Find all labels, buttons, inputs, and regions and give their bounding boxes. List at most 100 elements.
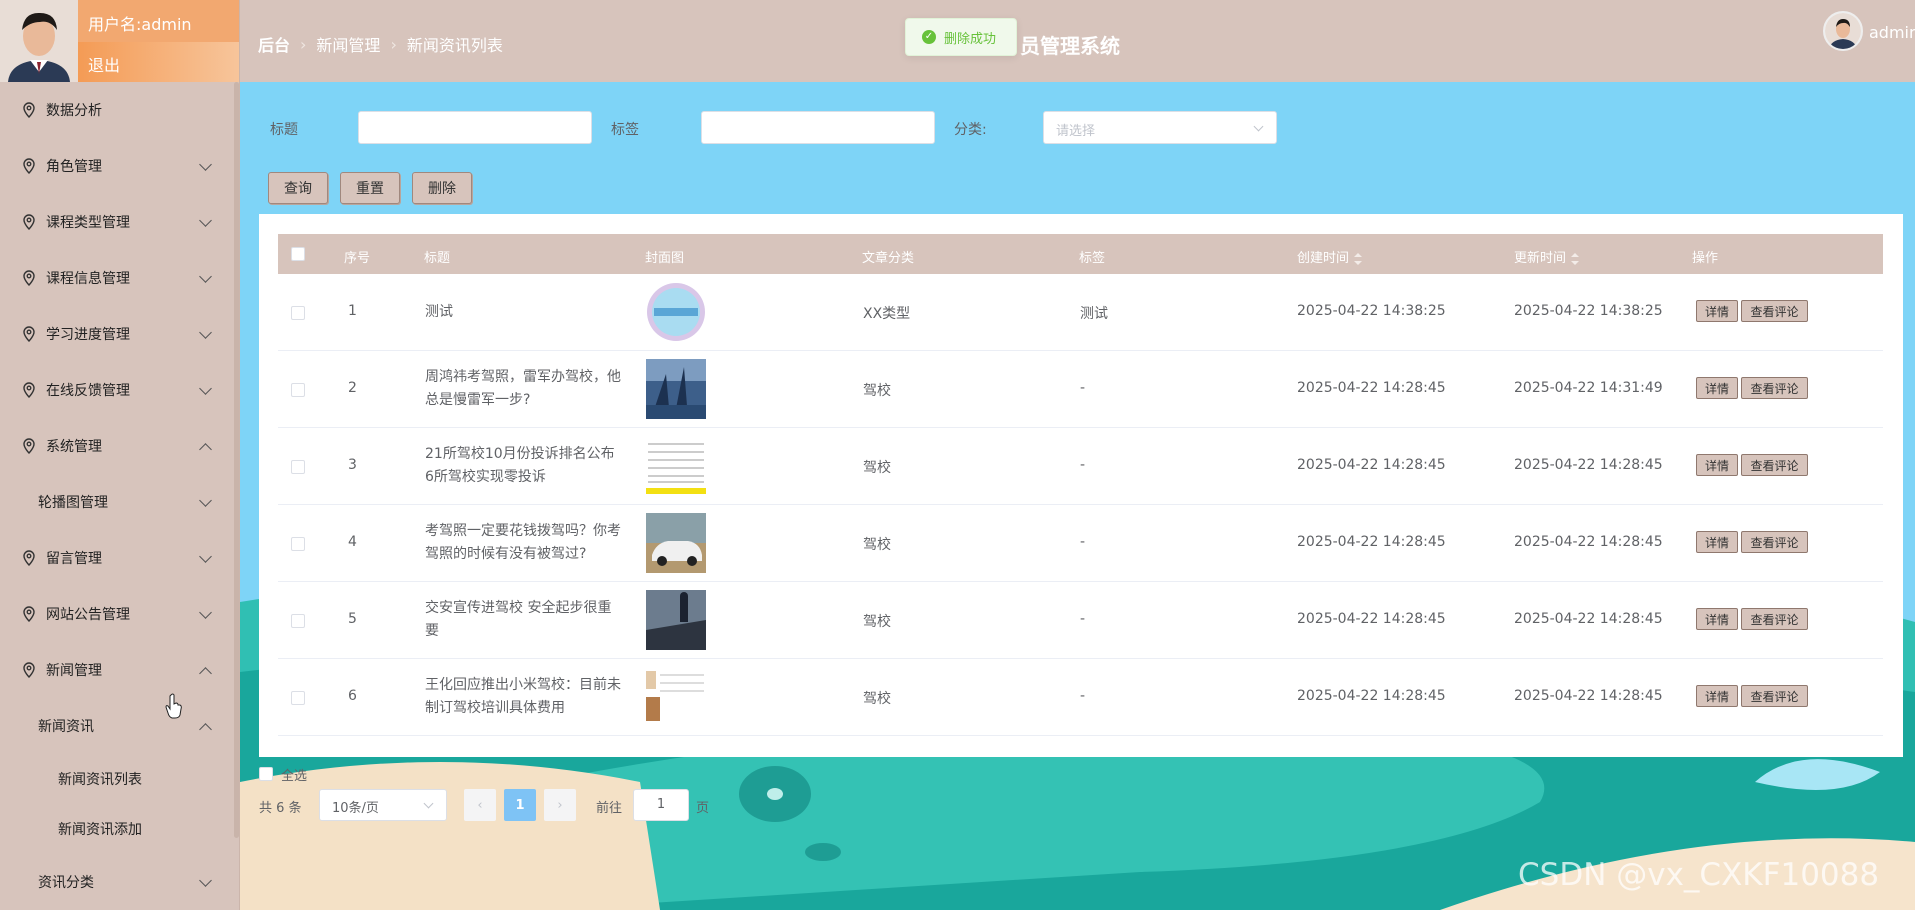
sort-icon[interactable] [1354,252,1363,265]
view-comments-button[interactable]: 查看评论 [1741,300,1808,322]
page-1-button[interactable]: 1 [504,789,536,821]
header-checkbox[interactable] [291,247,305,261]
col-no: 序号 [344,251,371,266]
sidebar-item-news-list[interactable]: 新闻资讯列表 [0,754,232,804]
sidebar-item-announcement[interactable]: 网站公告管理 [0,586,232,642]
query-button[interactable]: 查询 [268,172,328,204]
sort-icon[interactable] [1571,252,1580,265]
detail-button[interactable]: 详情 [1696,377,1738,399]
row-tag: - [1080,611,1086,627]
category-select[interactable]: 请选择 [1043,111,1277,144]
tag-label: 标签 [611,122,639,138]
breadcrumb-current: 新闻资讯列表 [406,36,503,55]
cover-image [646,436,706,496]
sidebar-item-system[interactable]: 系统管理 [0,418,232,474]
next-page-button[interactable]: › [544,789,576,821]
row-updated: 2025-04-22 14:28:45 [1514,457,1663,473]
row-tag: - [1080,534,1086,550]
tag-search-input[interactable] [701,111,935,144]
row-created: 2025-04-22 14:28:45 [1297,611,1446,627]
sidebar-item-label: 留言管理 [46,551,102,567]
row-created: 2025-04-22 14:28:45 [1297,688,1446,704]
page-size-value: 10条/页 [332,801,379,816]
chevron-down-icon [1253,121,1264,132]
delete-button[interactable]: 删除 [412,172,472,204]
row-title: 交安宣传进驾校 安全起步很重要 [425,600,612,639]
sidebar-item-course-type[interactable]: 课程类型管理 [0,194,232,250]
header-avatar[interactable] [1823,11,1863,51]
sidebar-item-news[interactable]: 新闻管理 [0,642,232,698]
sidebar-scrollbar[interactable] [234,82,239,838]
row-checkbox[interactable] [291,614,305,628]
row-checkbox[interactable] [291,537,305,551]
row-category: 驾校 [863,691,891,707]
page-size-select[interactable]: 10条/页 [319,789,447,821]
view-comments-button[interactable]: 查看评论 [1741,608,1808,630]
view-comments-button[interactable]: 查看评论 [1741,685,1808,707]
row-updated: 2025-04-22 14:31:49 [1514,380,1663,396]
breadcrumb-separator-icon: › [300,34,307,54]
location-icon [23,102,35,118]
news-table: 序号 标题 封面图 文章分类 标签 创建时间 更新时间 操作 1 测试 XX类型… [259,214,1903,757]
row-title: 周鸿祎考驾照，雷军办驾校，他总是慢雷军一步? [425,369,621,408]
cover-image [646,359,706,419]
breadcrumb-news[interactable]: 新闻管理 [316,32,380,56]
chevron-down-icon [199,606,212,619]
row-category: 驾校 [863,460,891,476]
sidebar-item-role[interactable]: 角色管理 [0,138,232,194]
detail-button[interactable]: 详情 [1696,685,1738,707]
title-search-input[interactable] [358,111,592,144]
logout-button[interactable]: 退出 [78,42,239,82]
header-username[interactable]: admin [1869,23,1915,42]
view-comments-button[interactable]: 查看评论 [1741,377,1808,399]
reset-button[interactable]: 重置 [340,172,400,204]
cover-image [646,282,706,342]
sidebar-item-data-analysis[interactable]: 数据分析 [0,82,232,138]
category-placeholder: 请选择 [1056,124,1096,139]
chevron-down-icon [199,270,212,283]
row-checkbox[interactable] [291,383,305,397]
detail-button[interactable]: 详情 [1696,454,1738,476]
view-comments-button[interactable]: 查看评论 [1741,531,1808,553]
view-comments-button[interactable]: 查看评论 [1741,454,1808,476]
row-tag: - [1080,457,1086,473]
col-updated-label: 更新时间 [1514,251,1567,266]
sidebar-item-label: 学习进度管理 [46,327,130,343]
sidebar-item-label: 网站公告管理 [46,607,130,623]
sidebar-item-news-info[interactable]: 新闻资讯 [0,698,232,754]
row-category: XX类型 [863,306,911,322]
row-checkbox[interactable] [291,691,305,705]
col-created-label: 创建时间 [1297,251,1350,266]
row-tag: - [1080,688,1086,704]
sidebar-item-feedback[interactable]: 在线反馈管理 [0,362,232,418]
row-title: 王化回应推出小米驾校：目前未制订驾校培训具体费用 [425,677,621,716]
sidebar-item-news-add[interactable]: 新闻资讯添加 [0,804,232,854]
goto-page-input[interactable]: 1 [633,789,689,821]
breadcrumb-home[interactable]: 后台 [258,32,290,56]
select-all-checkbox[interactable] [259,767,273,781]
sidebar-item-carousel[interactable]: 轮播图管理 [0,474,232,530]
sidebar-item-label: 系统管理 [46,439,102,455]
chevron-down-icon [199,214,212,227]
total-count: 共 6 条 [259,801,302,816]
row-title: 测试 [425,304,453,320]
col-created[interactable]: 创建时间 [1297,247,1363,266]
sidebar-item-label: 新闻资讯 [38,719,94,735]
row-category: 驾校 [863,537,891,553]
sidebar-item-messages[interactable]: 留言管理 [0,530,232,586]
detail-button[interactable]: 详情 [1696,531,1738,553]
detail-button[interactable]: 详情 [1696,300,1738,322]
detail-button[interactable]: 详情 [1696,608,1738,630]
row-created: 2025-04-22 14:38:25 [1297,303,1446,319]
sidebar-item-course-info[interactable]: 课程信息管理 [0,250,232,306]
location-icon [23,550,35,566]
chevron-up-icon [199,723,212,736]
sidebar-item-progress[interactable]: 学习进度管理 [0,306,232,362]
check-icon: ✓ [922,30,936,44]
sidebar-item-news-category[interactable]: 资讯分类 [0,854,232,910]
prev-page-button[interactable]: ‹ [464,789,496,821]
row-checkbox[interactable] [291,460,305,474]
row-checkbox[interactable] [291,306,305,320]
row-tag: 测试 [1080,306,1108,322]
col-updated[interactable]: 更新时间 [1514,247,1580,266]
